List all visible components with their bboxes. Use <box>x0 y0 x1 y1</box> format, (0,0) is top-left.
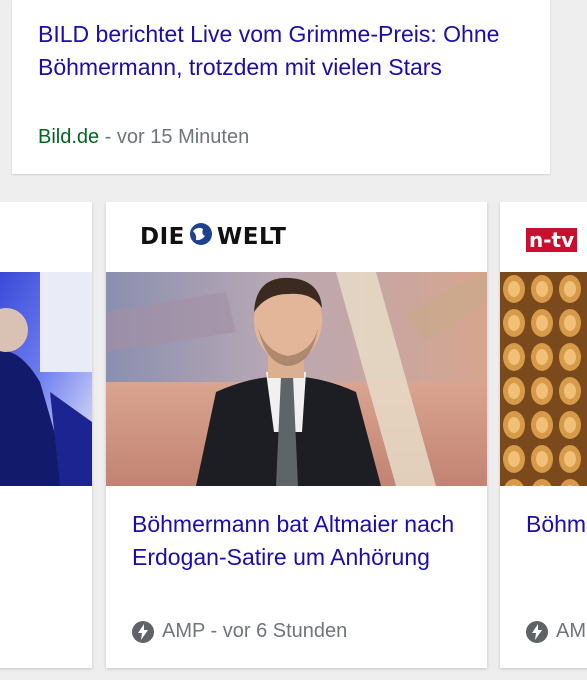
news-photo <box>106 272 487 486</box>
news-card-welt-meta: AMP - vor 6 Stunden <box>132 620 347 643</box>
amp-bolt-icon <box>132 620 154 643</box>
top-result-source: Bild.de <box>38 126 100 148</box>
news-card-welt[interactable]: DIE WELT Böhmermann bat Altmaier nach Er… <box>106 202 487 668</box>
amp-bolt-icon <box>526 620 548 643</box>
top-result-time: - vor 15 Minuten <box>99 126 250 148</box>
news-card-left-image <box>0 272 92 486</box>
news-card-ntv-headline[interactable]: Böhm Kanz <box>526 508 587 541</box>
globe-icon <box>189 222 213 252</box>
top-result-title[interactable]: BILD berichtet Live vom Grimme-Preis: Oh… <box>38 18 518 84</box>
logo-text-welt: WELT <box>216 224 287 250</box>
news-card-left-thumbnail <box>0 272 92 486</box>
publisher-logo-row: DIE WELT <box>106 202 487 272</box>
top-result-card[interactable]: BILD berichtet Live vom Grimme-Preis: Oh… <box>12 0 550 174</box>
logo-text-die: DIE <box>140 224 185 250</box>
die-welt-logo: DIE WELT <box>140 222 287 252</box>
news-card-ntv-meta-text: AM <box>556 620 586 642</box>
top-result-meta: Bild.de - vor 15 Minuten <box>38 126 249 149</box>
publisher-logo-row-ntv: n-tv <box>500 202 587 272</box>
news-card-welt-headline[interactable]: Böhmermann bat Altmaier nach Erdogan-Sat… <box>132 508 462 574</box>
news-card-left[interactable] <box>0 202 92 668</box>
news-card-ntv-image <box>500 272 587 486</box>
news-carousel[interactable]: DIE WELT Böhmermann bat Altmaier nach Er… <box>0 202 587 680</box>
news-card-ntv[interactable]: n-tv Böhm Kanz AM <box>500 202 587 668</box>
ntv-logo: n-tv <box>526 228 578 252</box>
news-card-ntv-thumbnail <box>500 272 587 486</box>
news-card-welt-meta-text: AMP - vor 6 Stunden <box>162 620 348 642</box>
news-card-welt-thumbnail <box>106 272 487 486</box>
news-card-ntv-meta: AM <box>526 620 586 643</box>
